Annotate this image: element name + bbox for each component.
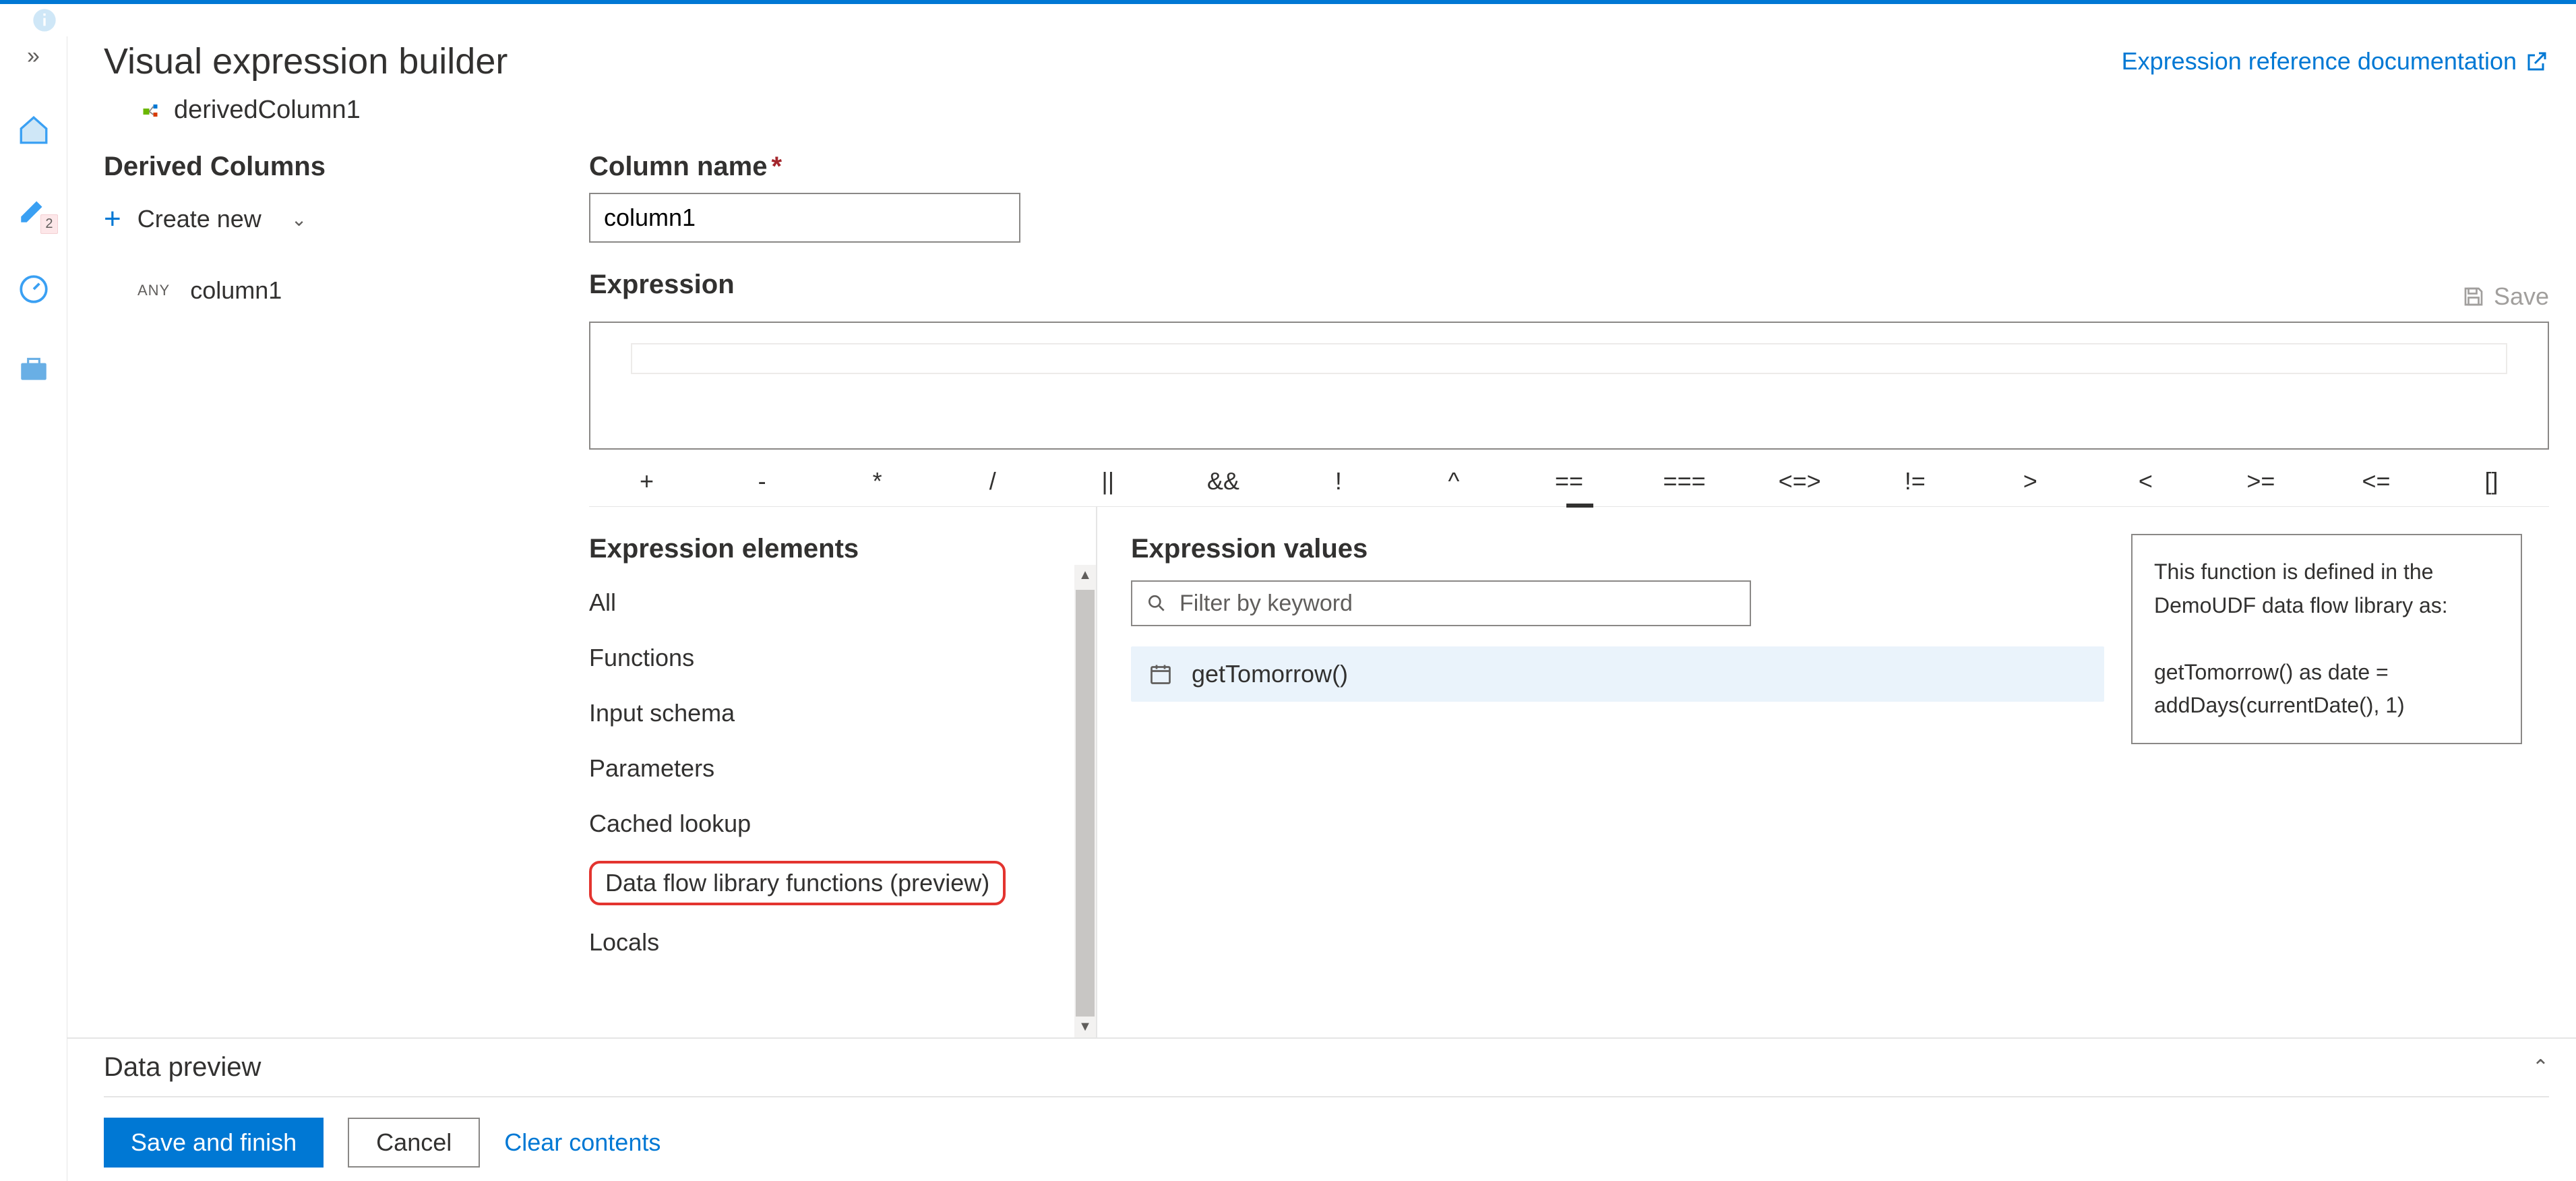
node-name: derivedColumn1 [174,96,361,125]
column-name-label-text: Column name [589,152,767,181]
expression-line[interactable] [631,343,2507,374]
operator-button[interactable]: <= [2319,456,2434,506]
info-icon-row [0,4,2576,36]
values-column: Expression values Filter by keyword getT… [1131,534,2104,1037]
operator-button[interactable]: ^ [1396,456,1511,506]
expression-editor[interactable] [589,322,2549,450]
tooltip-line2: getTomorrow() as date = addDays(currentD… [2154,656,2499,723]
save-label: Save [2494,282,2549,311]
expression-element-item[interactable]: Cached lookup [589,806,1096,842]
expression-reference-link[interactable]: Expression reference documentation [2122,47,2549,75]
expression-label: Expression [589,270,735,300]
main-layout: » 2 Visual expression builder derivedCol… [0,36,2576,1181]
value-item-name: getTomorrow() [1192,660,1348,688]
header-row: Visual expression builder derivedColumn1… [67,36,2576,125]
column-list-item[interactable]: ANY column1 [104,276,589,305]
operator-row: +-*/||&&!^=====<=>!=><>=<=[] [589,456,2549,507]
right-column: Column name* Expression Save +-*/||&&!^=… [589,152,2576,1037]
gauge-icon[interactable] [15,270,53,308]
info-icon [31,7,58,34]
operator-button[interactable]: * [820,456,935,506]
expression-element-item[interactable]: Locals [589,924,1096,961]
function-tooltip: This function is defined in the DemoUDF … [2131,534,2522,744]
data-preview-label: Data preview [104,1052,261,1083]
column-item-name: column1 [190,276,282,305]
data-preview-toggle[interactable]: Data preview ⌃ [104,1052,2549,1097]
column-name-input[interactable] [589,193,1020,243]
filter-placeholder: Filter by keyword [1179,590,1353,617]
save-expression-button[interactable]: Save [2461,282,2549,311]
operator-button[interactable]: ! [1281,456,1396,506]
expression-header: Expression Save [589,270,2549,311]
operator-button[interactable]: < [2088,456,2203,506]
expression-element-item[interactable]: Functions [589,640,1096,676]
scroll-thumb[interactable] [1076,590,1095,1017]
toolbox-icon[interactable] [15,350,53,388]
operator-button[interactable]: - [704,456,820,506]
expression-element-item[interactable]: Parameters [589,750,1096,787]
derived-columns-heading: Derived Columns [104,152,589,182]
expression-values-panel: Expression values Filter by keyword getT… [1097,507,2549,1037]
operator-button[interactable]: && [1165,456,1281,506]
filter-input[interactable]: Filter by keyword [1131,580,1751,626]
bottom-bar: Data preview ⌃ Save and finish Cancel Cl… [67,1037,2576,1181]
reference-link-label: Expression reference documentation [2122,47,2517,75]
operator-button[interactable]: == [1512,456,1627,506]
expression-elements-list: All Functions Input schema Parameters Cached… [589,584,1096,961]
clear-contents-link[interactable]: Clear contents [504,1128,661,1157]
left-rail: » 2 [0,36,67,1181]
search-icon [1146,593,1167,614]
create-new-button[interactable]: + Create new ⌄ [104,202,589,236]
external-link-icon [2525,49,2549,73]
operator-button[interactable]: || [1050,456,1165,506]
expression-element-item[interactable]: Input schema [589,695,1096,731]
create-new-label: Create new [137,205,262,233]
expression-element-item[interactable]: All [589,584,1096,621]
operator-button[interactable]: != [1858,456,1973,506]
required-asterisk: * [771,152,782,181]
scrollbar[interactable]: ▲ ▼ [1074,565,1096,1037]
operator-button[interactable]: + [589,456,704,506]
lower-panels: Expression elements All Functions Input sc… [553,507,2549,1037]
rail-badge: 2 [40,214,57,234]
chevron-down-icon: ⌄ [291,208,307,231]
tooltip-line1: This function is defined in the DemoUDF … [2154,555,2499,622]
operator-button[interactable]: >= [2203,456,2319,506]
operator-button[interactable]: <=> [1742,456,1858,506]
home-icon[interactable] [15,111,53,149]
derived-columns-panel: Derived Columns + Create new ⌄ ANY colum… [104,152,589,1037]
resize-handle[interactable] [1566,504,1593,508]
date-icon [1148,662,1173,686]
pencil-icon[interactable]: 2 [15,191,53,229]
save-icon [2461,284,2486,309]
page-title: Visual expression builder [104,40,508,82]
type-badge: ANY [137,282,170,299]
rail-expand-icon[interactable]: » [27,43,40,69]
chevron-up-icon: ⌃ [2532,1056,2549,1079]
plus-icon: + [104,202,121,236]
scroll-up-icon[interactable]: ▲ [1076,565,1095,586]
operator-button[interactable]: [] [2434,456,2549,506]
expression-elements-heading: Expression elements [589,534,1096,564]
expression-element-item[interactable]: Data flow library functions (preview) [589,861,1006,905]
expression-values-heading: Expression values [1131,534,2104,564]
transform-node: derivedColumn1 [104,82,508,125]
operator-button[interactable]: > [1973,456,2088,506]
body: Derived Columns + Create new ⌄ ANY colum… [67,125,2576,1037]
derived-column-icon [140,98,164,123]
content: Visual expression builder derivedColumn1… [67,36,2576,1181]
column-name-label: Column name* [589,152,2549,182]
expression-value-item[interactable]: getTomorrow() [1131,646,2104,702]
cancel-button[interactable]: Cancel [348,1118,480,1168]
expression-elements-panel: Expression elements All Functions Input sc… [553,507,1097,1037]
scroll-down-icon[interactable]: ▼ [1076,1017,1095,1037]
save-and-finish-button[interactable]: Save and finish [104,1118,324,1168]
operator-button[interactable]: === [1627,456,1742,506]
footer-actions: Save and finish Cancel Clear contents [104,1097,2549,1168]
operator-button[interactable]: / [935,456,1050,506]
